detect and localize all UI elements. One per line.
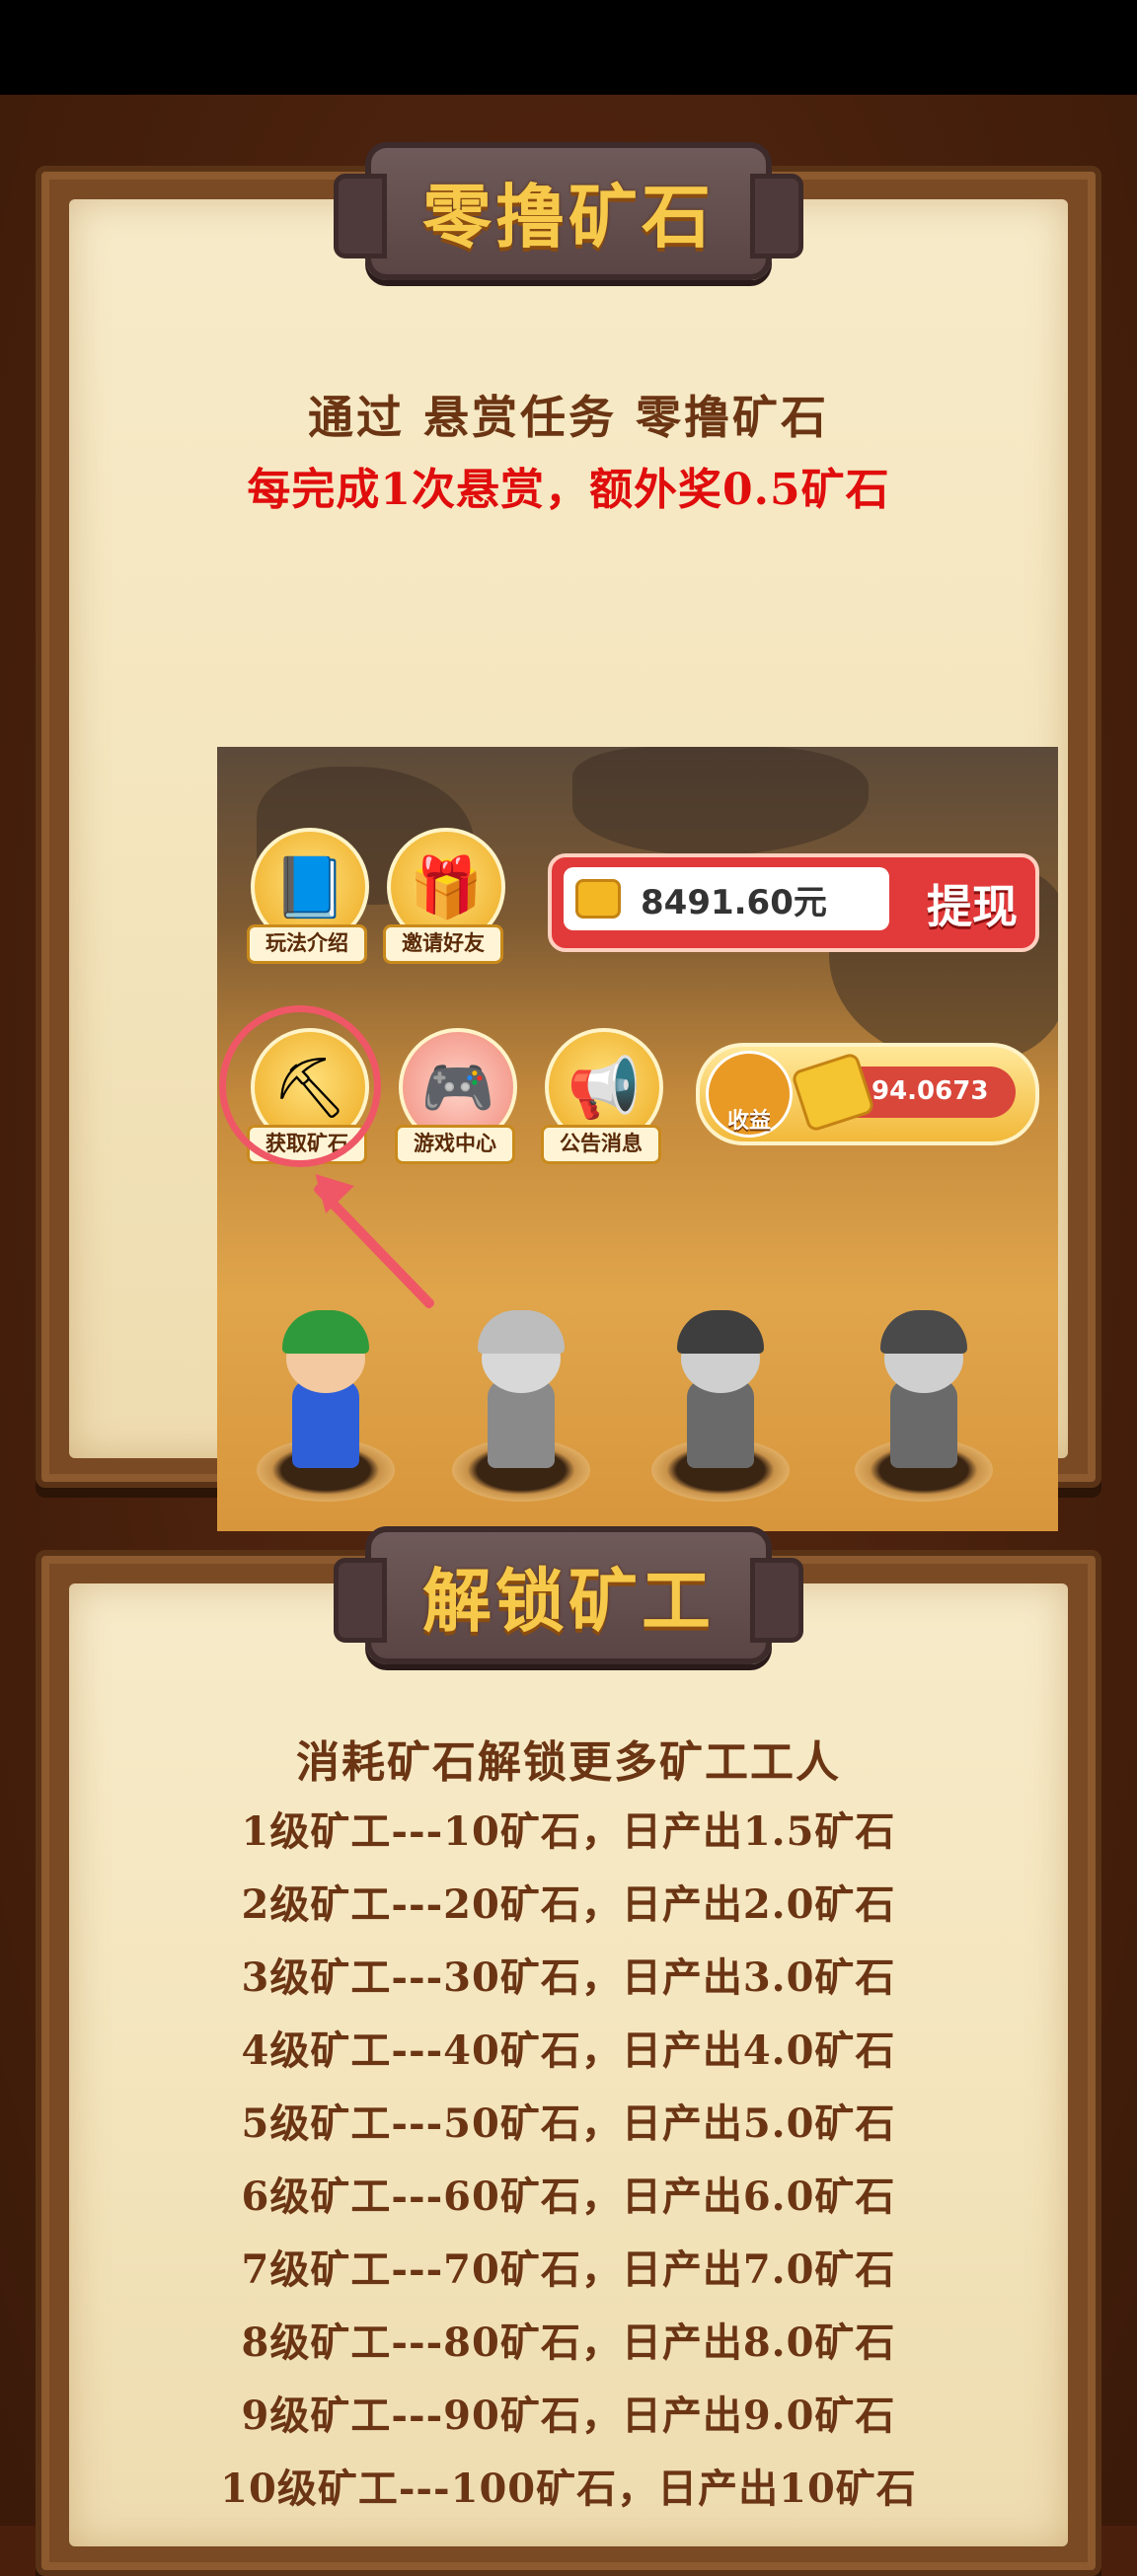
earnings-badge: 收益: [706, 1051, 793, 1138]
dark-helmet-icon: [880, 1310, 967, 1354]
green-helmet-icon: [282, 1310, 369, 1354]
grey-helmet-icon: [478, 1310, 565, 1354]
section-title: 零撸矿石: [422, 175, 715, 258]
miner-slot-2[interactable]: [452, 1304, 590, 1502]
game-center-button[interactable]: 🎮 游戏中心: [395, 1028, 517, 1166]
withdraw-button[interactable]: 提现: [927, 871, 1018, 936]
list-item: 5级矿工---50矿石，日产出5.0矿石: [241, 2100, 896, 2147]
section-title: 解锁矿工: [422, 1559, 715, 1642]
dark-helmet-icon: [677, 1310, 764, 1354]
balance-box: 8491.60元: [564, 867, 889, 930]
game-center-label: 游戏中心: [395, 1125, 515, 1164]
list-item: 10级矿工---100矿石，日产出10矿石: [220, 2466, 917, 2512]
list-item: 6级矿工---60矿石，日产出6.0矿石: [241, 2173, 896, 2220]
earnings-pill: 94.0673: [790, 1051, 1016, 1134]
panel-paper: 消耗矿石解锁更多矿工工人 1级矿工---10矿石，日产出1.5矿石 2级矿工--…: [69, 1583, 1068, 2546]
pointer-arrow: [312, 1182, 436, 1310]
page: 通过 悬赏任务 零撸矿石 每完成1次悬赏，额外奖0.5矿石 📘 玩法介绍 🎁 邀…: [0, 95, 1137, 2576]
panel-paper: 通过 悬赏任务 零撸矿石 每完成1次悬赏，额外奖0.5矿石 📘 玩法介绍 🎁 邀…: [69, 199, 1068, 1531]
list-item: 2级矿工---20矿石，日产出2.0矿石: [241, 1881, 896, 1928]
miner-slot-3[interactable]: [651, 1304, 790, 1502]
section-unlock-miners: 消耗矿石解锁更多矿工工人 1级矿工---10矿石，日产出1.5矿石 2级矿工--…: [36, 1526, 1101, 2576]
reward-note: 每完成1次悬赏，额外奖0.5矿石: [247, 465, 890, 515]
rules-button[interactable]: 📘 玩法介绍: [247, 828, 369, 966]
highlight-ring: [219, 1005, 381, 1167]
list-item: 1级矿工---10矿石，日产出1.5矿石: [241, 1808, 896, 1855]
miner-slot-1[interactable]: [257, 1304, 395, 1502]
unlock-intro: 消耗矿石解锁更多矿工工人: [296, 1737, 841, 1788]
announcements-label: 公告消息: [541, 1125, 661, 1164]
gold-icon: [575, 879, 621, 919]
invite-friends-button[interactable]: 🎁 邀请好友: [383, 828, 505, 966]
earnings-bar: 收益 94.0673: [696, 1043, 1039, 1145]
section-zero-mining: 通过 悬赏任务 零撸矿石 每完成1次悬赏，额外奖0.5矿石 📘 玩法介绍 🎁 邀…: [36, 142, 1101, 1531]
list-item: 8级矿工---80矿石，日产出8.0矿石: [241, 2319, 896, 2366]
list-item: 4级矿工---40矿石，日产出4.0矿石: [241, 2027, 896, 2074]
list-item: 9级矿工---90矿石，日产出9.0矿石: [241, 2392, 896, 2439]
balance-value: 8491.60元: [641, 882, 827, 922]
announcements-button[interactable]: 📢 公告消息: [541, 1028, 663, 1166]
status-bar: [0, 0, 1137, 95]
invite-label: 邀请好友: [383, 924, 503, 964]
miner-slot-4[interactable]: [855, 1304, 993, 1502]
miner-level-list: 1级矿工---10矿石，日产出1.5矿石 2级矿工---20矿石，日产出2.0矿…: [69, 1796, 1068, 2526]
list-item: 3级矿工---30矿石，日产出3.0矿石: [241, 1954, 896, 2001]
gold-nugget-icon: [790, 1051, 876, 1134]
earnings-value: 94.0673: [872, 1076, 989, 1106]
section-banner: 解锁矿工: [334, 1526, 803, 1664]
balance-bar: 8491.60元 提现: [548, 853, 1039, 952]
section-subtitle: 通过 悬赏任务 零撸矿石: [307, 391, 830, 444]
game-screenshot: 📘 玩法介绍 🎁 邀请好友 ⛏ 获取矿石 🎮 游戏中心 📢 公告消息 8491.…: [217, 747, 1058, 1531]
section-banner: 零撸矿石: [334, 142, 803, 280]
rules-label: 玩法介绍: [247, 924, 367, 964]
earnings-label: 收益: [726, 1109, 771, 1134]
list-item: 7级矿工---70矿石，日产出7.0矿石: [241, 2246, 896, 2293]
